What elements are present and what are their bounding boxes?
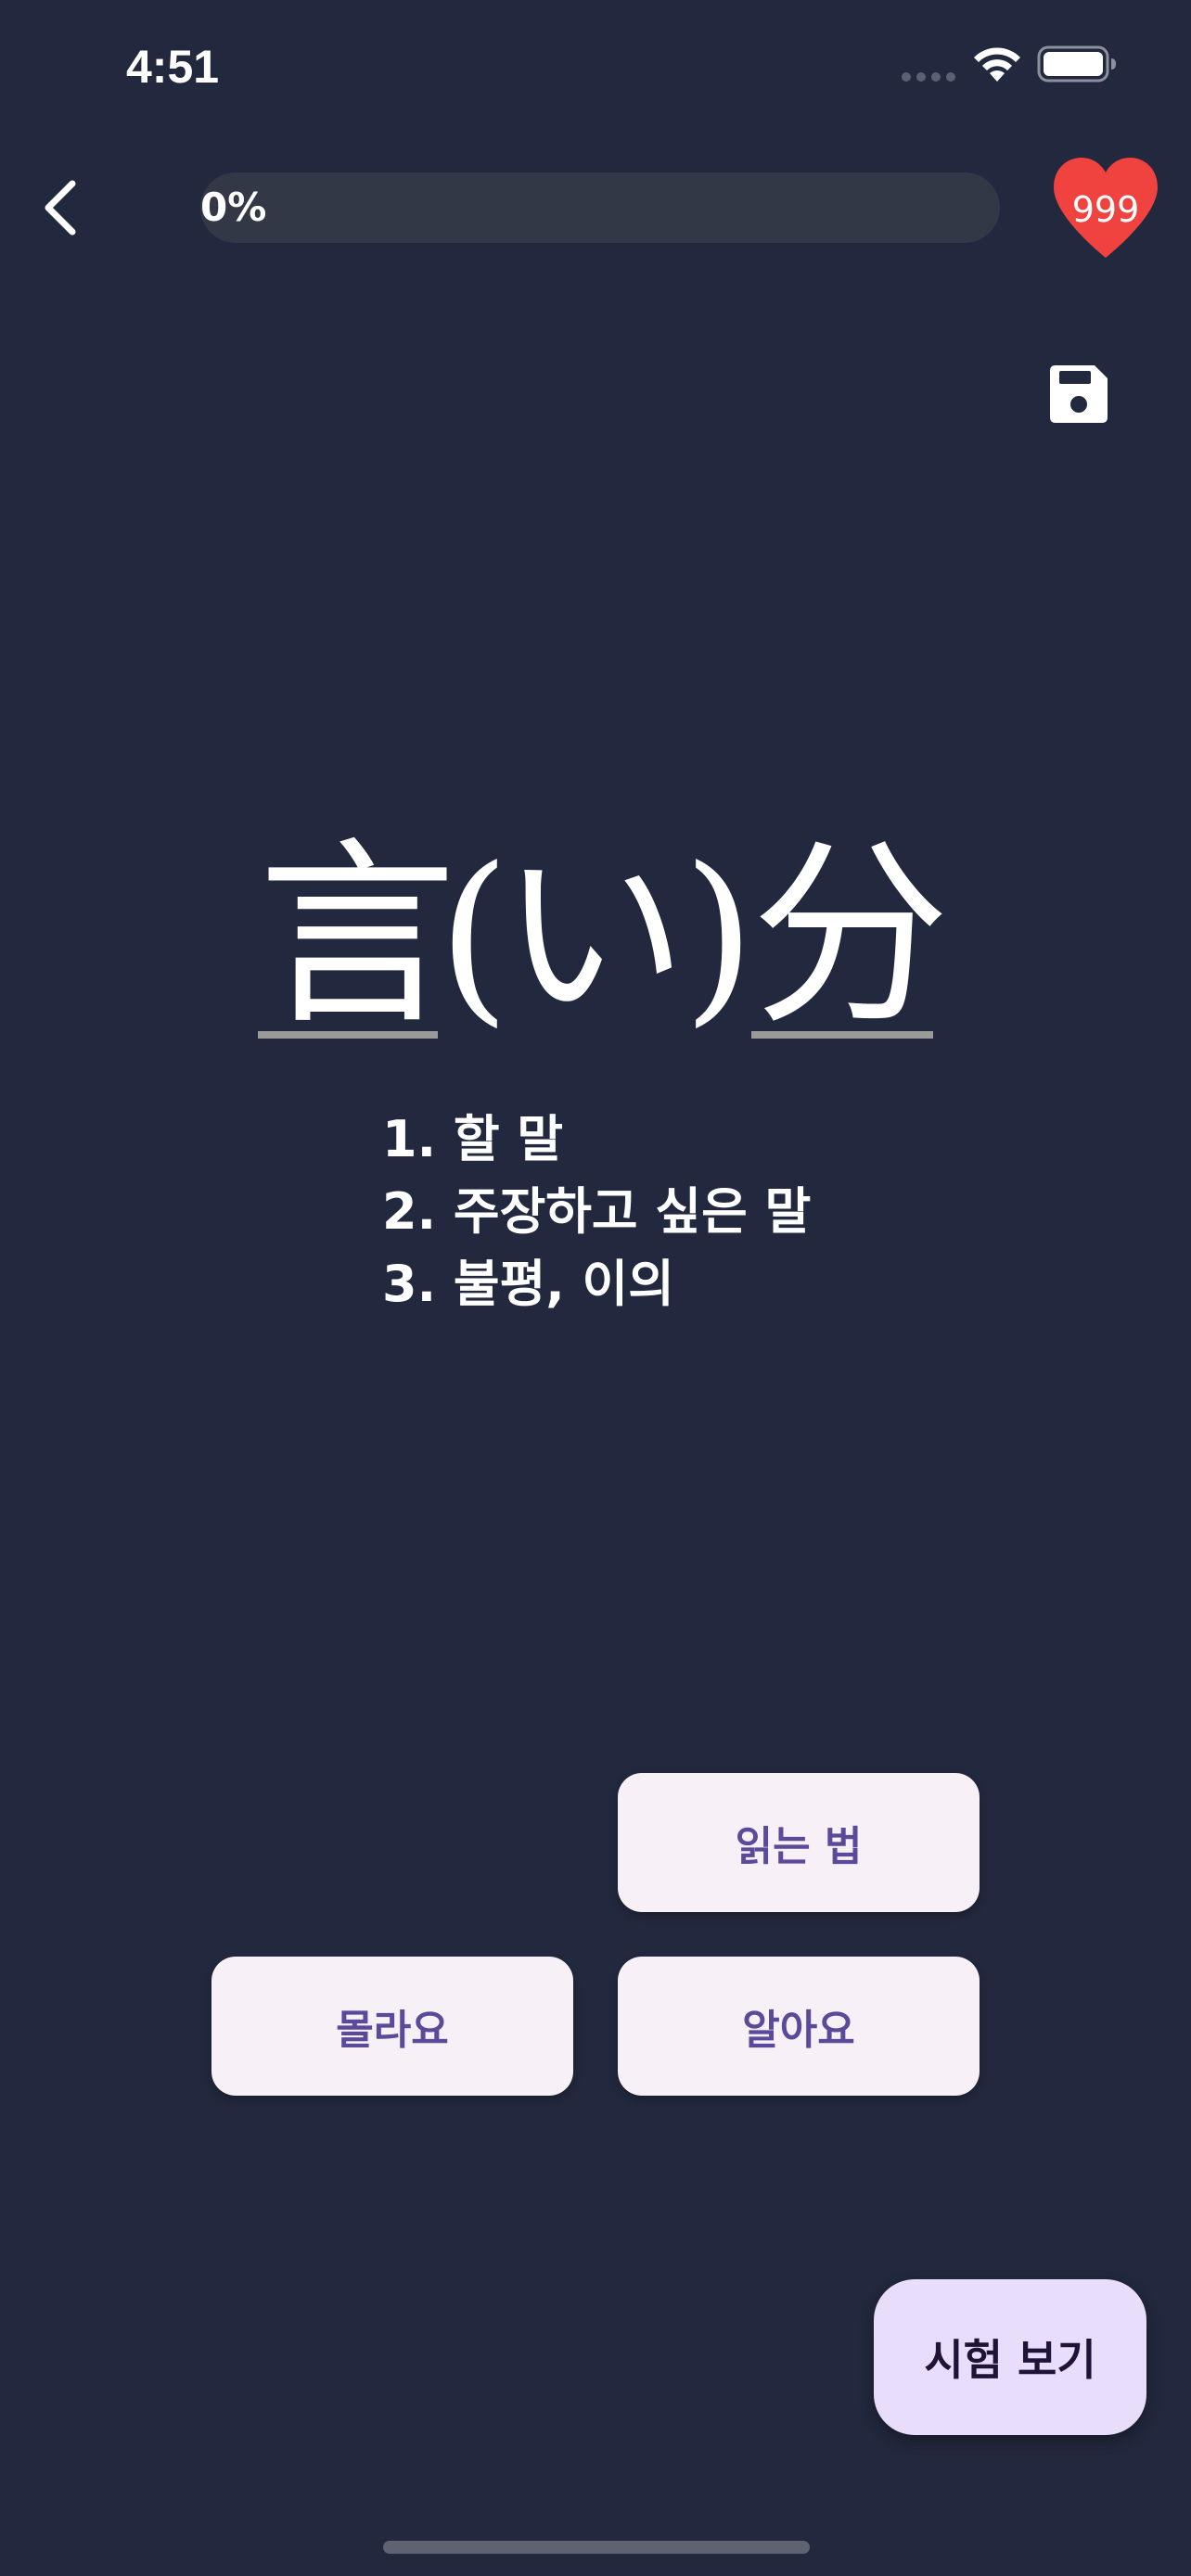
meaning-item: 2. 주장하고 싶은 말 xyxy=(382,1182,812,1241)
word-display: 言 ( い ) 分 xyxy=(0,816,1191,1085)
word-kanji-1: 言 xyxy=(258,821,456,1052)
know-button[interactable]: 알아요 xyxy=(618,1957,980,2096)
meaning-list: 1. 할 말 2. 주장하고 싶은 말 3. 불평, 이의 xyxy=(382,1103,811,1320)
heart-count: 999 xyxy=(1071,189,1140,230)
status-time: 4:51 xyxy=(126,41,220,93)
progress-label: 0% xyxy=(200,185,267,230)
battery-icon xyxy=(1037,45,1116,83)
word-kana: い xyxy=(501,828,687,1044)
wifi-icon xyxy=(974,47,1020,82)
back-button[interactable] xyxy=(33,172,89,243)
kanji-underline xyxy=(751,1031,933,1039)
home-indicator[interactable] xyxy=(383,2541,810,2554)
progress-bar: 0% xyxy=(200,172,1000,243)
meaning-item: 1. 할 말 xyxy=(382,1110,564,1168)
reading-button[interactable]: 읽는 법 xyxy=(618,1773,980,1912)
dont-know-button[interactable]: 몰라요 xyxy=(211,1957,573,2096)
kana-open-paren: ( xyxy=(438,828,511,1044)
meaning-item: 3. 불평, 이의 xyxy=(382,1255,674,1313)
take-test-button[interactable]: 시험 보기 xyxy=(874,2279,1146,2435)
kanji-underline xyxy=(258,1031,438,1039)
word-kanji-2: 分 xyxy=(751,821,950,1052)
kana-close-paren: ) xyxy=(683,828,756,1044)
signal-icon xyxy=(902,72,955,82)
floppy-disk-icon[interactable] xyxy=(1048,363,1109,425)
